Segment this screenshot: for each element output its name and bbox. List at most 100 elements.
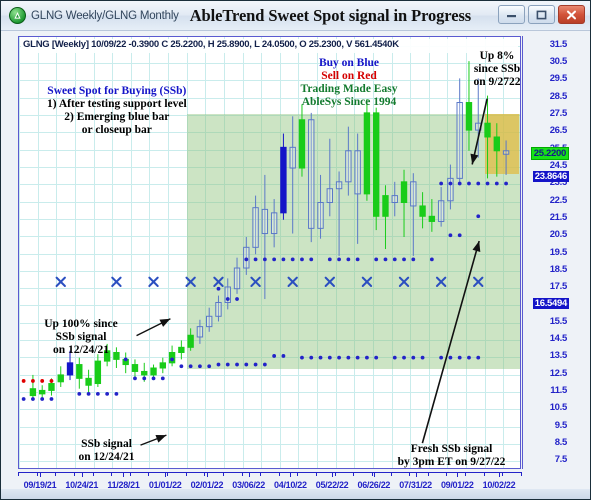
up8-line-2: since SSb [473, 62, 521, 75]
price-axis-tick: 21.5 [549, 211, 568, 223]
grid-line-horizontal [19, 63, 520, 64]
date-axis-tickmark [290, 472, 292, 477]
date-axis-tickmark [248, 472, 250, 477]
close-button[interactable] [558, 5, 585, 24]
date-axis-minor-tick [391, 472, 392, 476]
price-axis-tick: 22.5 [549, 194, 568, 206]
grid-line-vertical [19, 37, 20, 468]
date-axis-label: 09/01/22 [440, 480, 474, 490]
date-axis-tickmark [206, 472, 208, 477]
date-axis-label: 03/06/22 [232, 480, 265, 490]
grid-line-horizontal [19, 409, 520, 410]
ablesys-logo-icon [9, 7, 26, 24]
sweet-spot-line-3: or closeup bar [81, 123, 152, 136]
price-axis-tick: 11.5 [550, 385, 567, 397]
sweet-spot-title: Sweet Spot for Buying (SSb) [47, 85, 187, 97]
minimize-button[interactable] [498, 5, 525, 24]
price-plot[interactable]: GLNG [Weekly] 10/09/22 -0.3900 C 25.2200… [18, 36, 521, 469]
date-axis-label: 05/22/22 [315, 480, 349, 490]
date-axis-minor-tick [223, 472, 224, 476]
tagline-easy: Trading Made Easy [300, 82, 398, 95]
date-axis-minor-tick [242, 472, 243, 476]
date-axis-minor-tick [372, 472, 373, 476]
fresh-line-2: by 3pm ET on 9/27/22 [397, 455, 506, 468]
price-axis-tick: 7.5 [554, 454, 568, 466]
date-axis-minor-tick [167, 472, 168, 476]
maximize-button[interactable] [528, 5, 555, 24]
date-axis-minor-tick [484, 472, 485, 476]
price-axis-tick: 15.5 [549, 315, 568, 327]
date-axis-minor-tick [446, 472, 447, 476]
date-axis-tickmark [457, 472, 459, 477]
date-axis-tickmark [123, 472, 125, 477]
date-axis-minor-tick [55, 472, 56, 476]
up100-line-3: on 12/24/21 [53, 343, 109, 356]
price-axis-highlight: 23.8646 [532, 170, 569, 182]
up100-line-1: Up 100% since [44, 318, 118, 330]
current-signal-highlight-box [485, 114, 519, 174]
ssb-line-2: on 12/24/21 [78, 450, 135, 463]
date-axis-minor-tick [74, 472, 75, 476]
date-axis-minor-tick [93, 472, 94, 476]
up100-line-2: SSb signal [55, 330, 107, 343]
title-bar: GLNG Weekly/GLNG Monthly AbleTrend Sweet… [1, 1, 590, 31]
date-axis-minor-tick [353, 472, 354, 476]
annotation-up-8-percent: Up 8% since SSb on 9/2722 [456, 50, 521, 89]
price-axis-tick: 13.5 [549, 350, 568, 362]
price-axis-tick: 9.5 [554, 419, 568, 431]
price-axis-tick: 19.5 [549, 246, 568, 258]
annotation-ssb-signal: SSb signal on 12/24/21 [54, 438, 159, 464]
tagline-since: AbleSys Since 1994 [301, 95, 397, 108]
date-axis-minor-tick [502, 472, 503, 476]
sweet-spot-line-2: 2) Emerging blue bar [64, 110, 170, 123]
date-axis-label: 02/01/22 [190, 480, 224, 490]
tagline-buy: Buy on Blue [318, 57, 380, 69]
sweet-spot-zone [187, 114, 520, 369]
price-axis-highlight: 16.5494 [532, 297, 569, 309]
date-axis-minor-tick [465, 472, 466, 476]
date-axis-tickmark [373, 472, 375, 477]
grid-line-horizontal [19, 392, 520, 393]
date-axis-minor-tick [409, 472, 410, 476]
sweet-spot-line-1: 1) After testing support level [47, 97, 187, 110]
annotation-fresh-ssb: Fresh SSb signal by 3pm ET on 9/27/22 Sc… [374, 443, 520, 468]
date-axis-minor-tick [428, 472, 429, 476]
date-axis-minor-tick [297, 472, 298, 476]
price-axis-tick: 17.5 [549, 281, 568, 293]
date-axis-minor-tick [186, 472, 187, 476]
window-controls [498, 5, 585, 24]
grid-line-horizontal [19, 427, 520, 428]
date-axis-minor-tick [148, 472, 149, 476]
quote-line: GLNG [Weekly] 10/09/22 -0.3900 C 25.2200… [21, 39, 518, 53]
ssb-line-1: SSb signal [81, 438, 132, 450]
date-axis-minor-tick [18, 472, 19, 476]
grid-line-horizontal [19, 375, 520, 376]
annotation-tagline: Buy on Blue Sell on Red Trading Made Eas… [274, 57, 424, 109]
date-axis-minor-tick [111, 472, 112, 476]
price-axis[interactable]: 31.530.529.528.527.526.525.524.523.522.5… [522, 36, 569, 469]
date-axis-label: 10/24/21 [65, 480, 99, 490]
date-axis-minor-tick [279, 472, 280, 476]
up8-line-1: Up 8% [479, 50, 515, 62]
price-axis-tick: 12.5 [549, 367, 568, 379]
annotation-up-100-percent: Up 100% since SSb signal on 12/24/21 [21, 318, 141, 357]
date-axis-label: 04/10/22 [274, 480, 307, 490]
fresh-line-1: Fresh SSb signal [410, 443, 493, 455]
up8-line-3: on 9/2722 [473, 75, 521, 88]
tagline-sell: Sell on Red [321, 69, 377, 82]
date-axis-label: 01/01/22 [148, 480, 182, 490]
date-axis-tickmark [81, 472, 83, 477]
annotation-sweet-spot: Sweet Spot for Buying (SSb) 1) After tes… [47, 85, 187, 137]
date-axis[interactable]: 09/19/21 10/24/21 11/28/21 01/01/22 02/01/22… [18, 472, 522, 496]
date-axis-minor-tick [260, 472, 261, 476]
price-axis-tick: 10.5 [549, 402, 568, 414]
date-axis-tickmark [332, 472, 334, 477]
date-axis-tickmark [499, 472, 500, 477]
price-axis-tick: 18.5 [549, 263, 568, 275]
date-axis-minor-tick [316, 472, 317, 476]
price-axis-tick: 26.5 [549, 125, 568, 137]
price-axis-tick: 30.5 [549, 55, 568, 67]
price-axis-tick: 24.5 [549, 159, 568, 171]
price-axis-tick: 27.5 [549, 107, 568, 119]
grid-line-horizontal [19, 80, 520, 81]
